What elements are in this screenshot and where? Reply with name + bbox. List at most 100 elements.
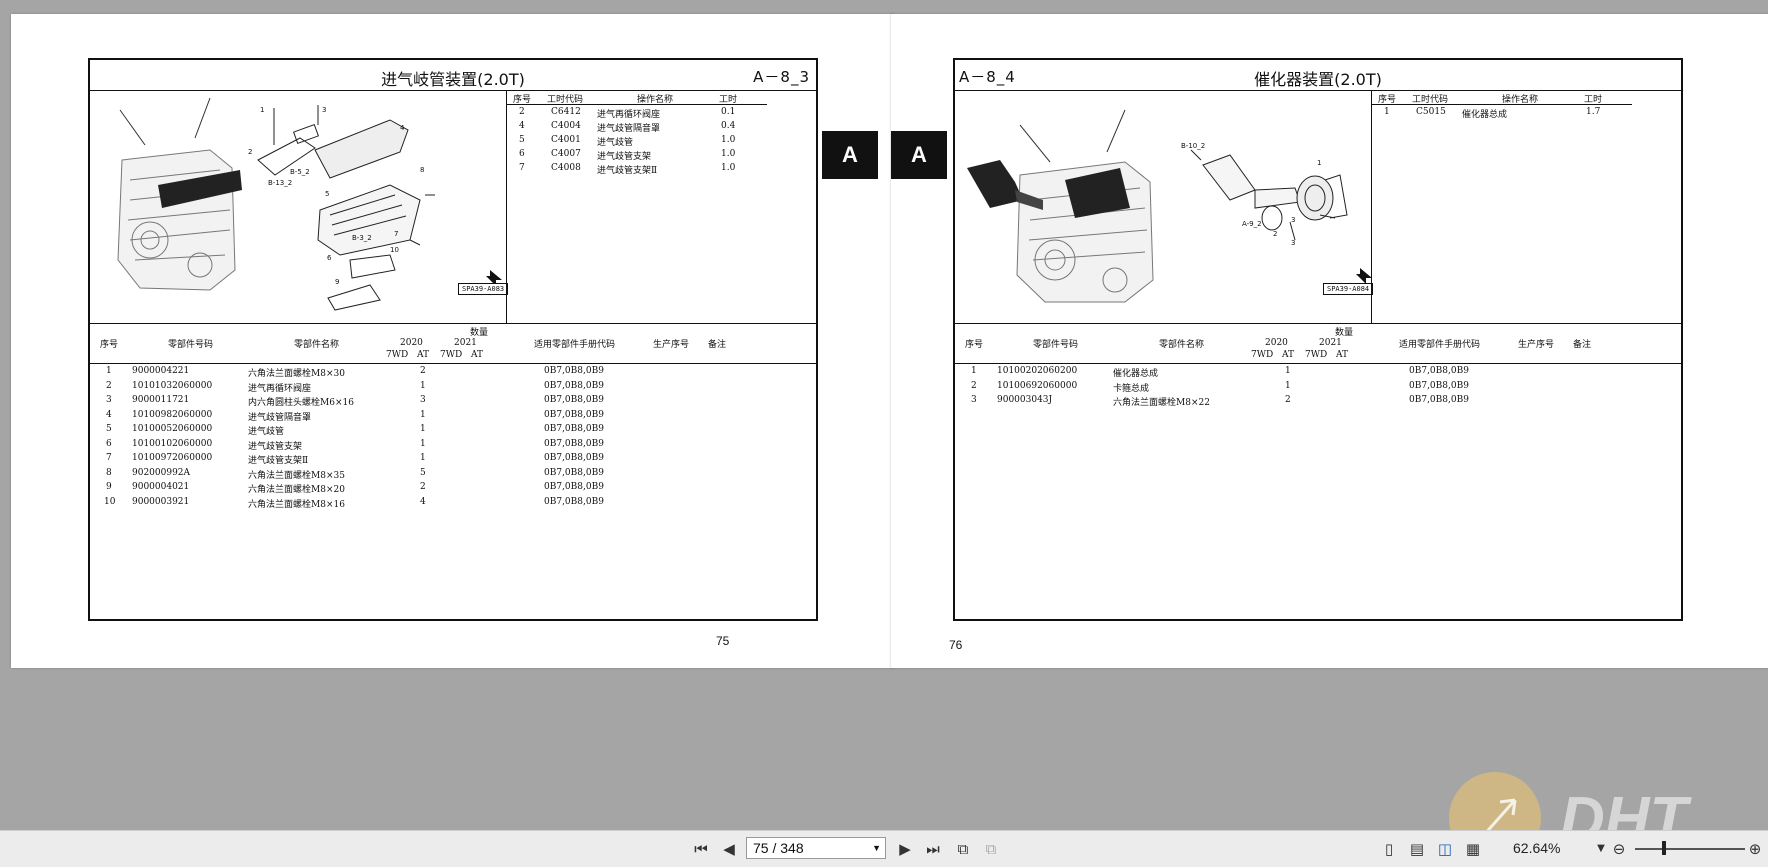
cell: 7	[106, 453, 112, 463]
callout: 1	[1317, 159, 1321, 167]
cell: 3	[420, 395, 426, 405]
labor-row: 5 C4001 进气歧管 1.0	[507, 133, 767, 148]
cell: 1.7	[1586, 107, 1601, 117]
cell: 0B7,0B8,0B9	[544, 395, 604, 405]
cell: 内六角圆柱头螺栓M6×16	[248, 398, 354, 408]
labor-table: 序号 工时代码 操作名称 工时 2 C6412 进气再循环阀座 0.1 4 C4…	[506, 90, 767, 323]
cell: 1.0	[721, 163, 736, 173]
labor-row: 1 C5015 催化器总成 1.7	[1372, 105, 1632, 120]
cell: 0B7,0B8,0B9	[544, 496, 604, 507]
table-row: 7 10100972060000 进气歧管支架Ⅱ 1 0B7,0B8,0B9	[90, 452, 816, 467]
cell: 3	[971, 395, 977, 405]
cell: C4008	[551, 163, 581, 173]
col-header: 2020	[1265, 338, 1288, 348]
col-header: 备注	[1573, 340, 1592, 350]
cell: C4001	[551, 135, 581, 145]
title-bar: 进气岐管装置(2.0T) A－8_3	[90, 60, 816, 91]
first-page-icon[interactable]: ⏮	[690, 838, 712, 860]
col-header: 工时	[1584, 95, 1603, 105]
callout: 7	[394, 230, 398, 238]
exploded-diagram: B-10_2 1 A-9_2 2 3 3 SPA39-A084	[955, 90, 1423, 323]
continuous-icon[interactable]: ▤	[1406, 838, 1428, 860]
cell: 0.4	[721, 121, 736, 131]
callout: 4	[400, 124, 405, 132]
page-frame: 进气岐管装置(2.0T) A－8_3 1 3 2 4 B-5_2 B-13_2 …	[88, 58, 818, 621]
zoom-out-icon[interactable]: ⊖	[1608, 838, 1630, 860]
col-header: AT	[471, 350, 484, 360]
cell: 4	[106, 409, 112, 420]
cell: 1.0	[721, 135, 736, 145]
cell: 2	[519, 107, 525, 117]
page-display: 75 / 348	[753, 840, 804, 856]
continuous-facing-icon[interactable]: ▦	[1462, 838, 1484, 860]
cell: 六角法兰面螺栓M8×20	[248, 485, 345, 495]
col-header: 零部件名称	[294, 340, 340, 350]
cell: 卡箍总成	[1113, 383, 1150, 394]
chevron-down-icon[interactable]: ▼	[872, 838, 881, 858]
col-header: 2020	[400, 338, 423, 348]
page-number: 75	[716, 634, 730, 648]
cell: 2	[420, 482, 426, 492]
cell: 1.0	[721, 149, 736, 159]
last-page-icon[interactable]: ⏭	[922, 838, 944, 860]
cell: 六角法兰面螺栓M8×16	[248, 499, 345, 510]
cell: 0B7,0B8,0B9	[544, 453, 604, 463]
viewer-toolbar: ⏮ ◀ 75 / 348 ▼ ▶ ⏭ ⧉ ⧉ ▯ ▤ ◫ ▦ 62.64% ▼ …	[0, 830, 1768, 867]
cell: 10100052060000	[132, 424, 213, 434]
table-row: 3 900003043J 六角法兰面螺栓M8×22 2 0B7,0B8,0B9	[955, 394, 1681, 409]
labor-row: 2 C6412 进气再循环阀座 0.1	[507, 105, 767, 120]
cell: 6	[106, 438, 112, 449]
next-page-icon[interactable]: ▶	[894, 838, 916, 860]
labor-row: 7 C4008 进气歧管支架Ⅱ 1.0	[507, 161, 767, 176]
page-number-input[interactable]: 75 / 348 ▼	[746, 837, 886, 859]
col-header: 工时代码	[1412, 95, 1449, 105]
callout: 9	[335, 278, 339, 286]
col-header: AT	[417, 350, 430, 360]
previous-view-icon[interactable]: ⧉	[952, 838, 974, 860]
parts-table-header: 数量 序号 零部件号码 零部件名称 2020 2021 7WD AT 7WD A…	[90, 323, 816, 364]
labor-row: 6 C4007 进气歧管支架 1.0	[507, 147, 767, 162]
parts-table-body: 1 10100202060200 催化器总成 1 0B7,0B8,0B9 2 101006…	[955, 365, 1681, 409]
table-row: 8 902000992A 六角法兰面螺栓M8×35 5 0B7,0B8,0B9	[90, 467, 816, 482]
table-row: 2 10101032060000 进气再循环阀座 1 0B7,0B8,0B9	[90, 380, 816, 395]
cell: 2	[971, 380, 977, 391]
cell: C4007	[551, 149, 581, 159]
document-page-right: A A－8_4 催化器装置(2.0T) B-10_2 1 A-9_2 2 3 3…	[891, 14, 1768, 668]
cell: 9	[106, 482, 112, 492]
zoom-slider-handle[interactable]	[1662, 841, 1666, 855]
cell: 10100102060000	[132, 438, 213, 449]
table-row: 5 10100052060000 进气歧管 1 0B7,0B8,0B9	[90, 423, 816, 438]
col-header: 7WD	[440, 350, 463, 360]
upper-section: 1 3 2 4 B-5_2 B-13_2 8 5 B-3_2 7 6 10 9	[90, 90, 816, 324]
col-header: 零部件名称	[1159, 340, 1205, 350]
callout: B-13_2	[268, 179, 292, 187]
cell: 六角法兰面螺栓M8×22	[1113, 398, 1210, 408]
cell: 10100982060000	[132, 409, 213, 420]
zoom-in-icon[interactable]: ⊕	[1744, 838, 1766, 860]
cell: 10101032060000	[132, 380, 213, 391]
labor-table-header: 序号 工时代码 操作名称 工时	[507, 90, 767, 105]
cell: 8	[106, 467, 112, 478]
col-header: 数量	[1335, 328, 1354, 338]
page-number: 76	[949, 638, 963, 652]
col-header: 7WD	[1251, 350, 1274, 360]
zoom-level[interactable]: 62.64%	[1513, 840, 1560, 856]
facing-icon[interactable]: ◫	[1434, 838, 1456, 860]
single-page-icon[interactable]: ▯	[1378, 838, 1400, 860]
cell: 10100692060000	[997, 380, 1078, 391]
zoom-slider[interactable]	[1635, 848, 1745, 850]
cell: 2	[106, 380, 112, 391]
col-header: 7WD	[1305, 350, 1328, 360]
cell: 10100972060000	[132, 453, 213, 463]
cell: 0B7,0B8,0B9	[544, 438, 604, 449]
callout: 3	[1291, 239, 1295, 247]
exploded-diagram: 1 3 2 4 B-5_2 B-13_2 8 5 B-3_2 7 6 10 9	[90, 90, 558, 323]
cell: 10100202060200	[997, 366, 1078, 376]
prev-page-icon[interactable]: ◀	[718, 838, 740, 860]
cell: 进气歧管支架Ⅱ	[597, 166, 658, 176]
col-header: AT	[1282, 350, 1295, 360]
next-view-icon[interactable]: ⧉	[980, 838, 1002, 860]
callout: 3	[322, 106, 326, 114]
cell: 1	[971, 366, 977, 376]
cell: 0B7,0B8,0B9	[544, 424, 604, 434]
